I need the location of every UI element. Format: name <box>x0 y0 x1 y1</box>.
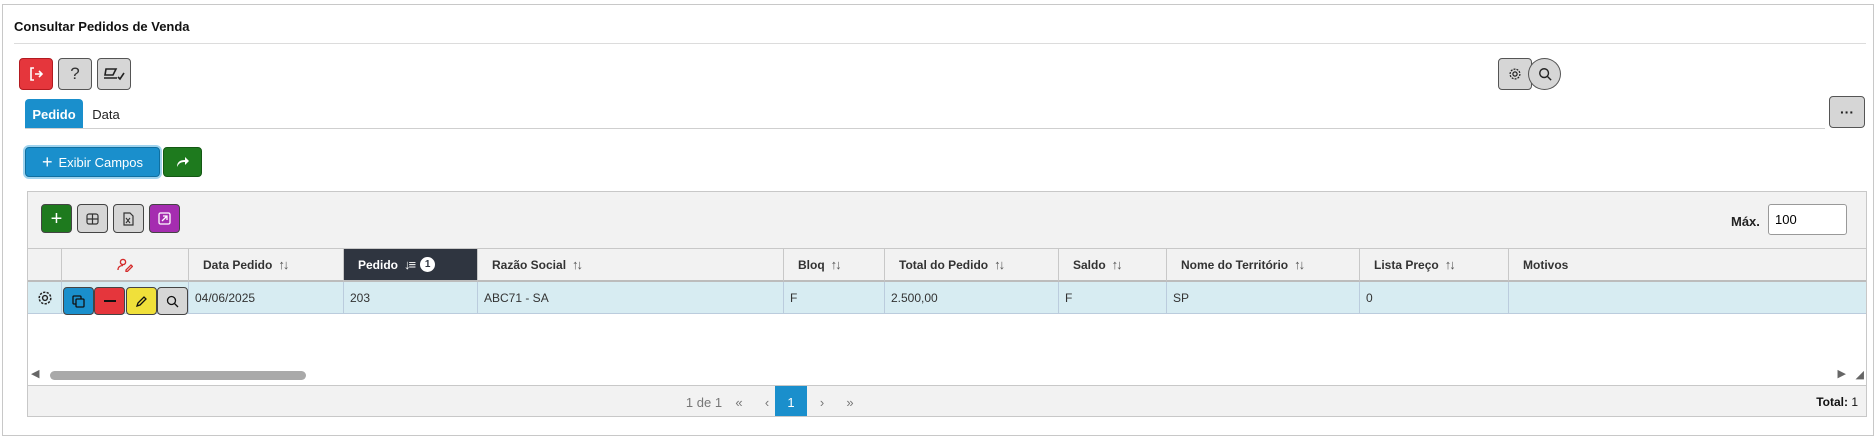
header-label: Bloq <box>798 257 825 272</box>
sort-icon: ↑↓ <box>1444 257 1456 272</box>
max-label: Máx. <box>1731 214 1760 229</box>
search-icon <box>1538 68 1552 81</box>
total-count: Total: 1 <box>1816 395 1858 409</box>
cell-nome-territorio: SP <box>1167 282 1360 314</box>
add-row-button[interactable]: + <box>41 204 72 233</box>
scrollbar-thumb[interactable] <box>50 371 306 380</box>
cell-total-pedido: 2.500,00 <box>885 282 1059 314</box>
exit-button[interactable] <box>19 58 53 90</box>
exit-icon <box>30 67 44 81</box>
plus-icon: + <box>50 207 63 230</box>
next-page-button[interactable]: › <box>808 386 836 416</box>
help-button[interactable]: ? <box>58 58 92 90</box>
page-frame: Consultar Pedidos de Venda ? Pedido Data… <box>2 4 1874 436</box>
orders-grid: + Máx. Data Pedido↑↓ Pedido↓≡1 Razã <box>27 191 1867 417</box>
header-label: Pedido <box>358 257 399 272</box>
scroll-left-icon[interactable]: ◀ <box>31 367 39 380</box>
max-input[interactable] <box>1768 204 1847 235</box>
title-divider <box>14 43 1866 44</box>
search-icon <box>166 295 179 307</box>
header-label: Saldo <box>1073 257 1106 272</box>
header-pedido[interactable]: Pedido ↓≡ 1 <box>344 249 478 282</box>
sort-icon: ↑↓ <box>572 257 583 272</box>
resize-grip-icon[interactable]: ◢ <box>1856 368 1864 381</box>
header-settings-col <box>28 249 62 282</box>
ellipsis-icon: ··· <box>1840 104 1854 120</box>
cell-lista-preco: 0 <box>1360 282 1509 314</box>
exibir-campos-label: Exibir Campos <box>58 154 144 170</box>
header-total-pedido[interactable]: Total do Pedido ↑↓ <box>885 249 1059 282</box>
sort-icon: ↑↓ <box>1294 257 1305 272</box>
erase-button[interactable] <box>97 58 131 90</box>
sort-icon: ↑↓ <box>1111 257 1123 272</box>
page-title: Consultar Pedidos de Venda <box>14 19 190 34</box>
page-info: 1 de 1 <box>685 394 723 410</box>
cell-pedido: 203 <box>344 282 478 314</box>
total-label: Total: <box>1816 395 1848 409</box>
columns-button[interactable] <box>77 204 108 233</box>
first-page-button[interactable]: « <box>725 386 753 416</box>
view-row-button[interactable] <box>157 287 188 315</box>
gear-icon <box>37 290 52 305</box>
header-label: Nome do Território <box>1181 257 1289 272</box>
header-actions-col <box>62 249 189 282</box>
header-label: Total do Pedido <box>899 257 989 272</box>
current-page-button[interactable]: 1 <box>775 386 807 416</box>
copy-icon <box>72 294 85 308</box>
plus-icon: + <box>41 152 53 172</box>
question-icon: ? <box>70 64 80 83</box>
more-options-button[interactable]: ··· <box>1829 96 1865 128</box>
grid-footer: 1 de 1 « ‹ 1 › » Total: 1 <box>28 385 1866 416</box>
search-button[interactable] <box>1528 58 1561 90</box>
header-saldo[interactable]: Saldo ↑↓ <box>1059 249 1167 282</box>
gear-icon <box>1509 68 1521 80</box>
cell-saldo: F <box>1059 282 1167 314</box>
share-arrow-icon <box>176 157 189 167</box>
row-settings-cell[interactable] <box>28 282 62 314</box>
expand-button[interactable] <box>149 204 180 233</box>
minus-icon <box>103 300 116 302</box>
sort-icon: ↑↓ <box>830 257 842 272</box>
delete-row-button[interactable] <box>94 287 125 315</box>
grid-icon <box>86 212 99 225</box>
share-button[interactable] <box>163 147 202 177</box>
copy-row-button[interactable] <box>63 287 94 315</box>
header-razao-social[interactable]: Razão Social ↑↓ <box>478 249 784 282</box>
excel-file-icon <box>123 211 134 226</box>
header-label: Razão Social <box>492 257 567 272</box>
scroll-right-icon[interactable]: ▶ <box>1838 367 1846 380</box>
cell-razao-social: ABC71 - SA <box>478 282 784 314</box>
grid-toolbar: + Máx. <box>28 192 1866 249</box>
user-edit-icon <box>117 258 133 272</box>
header-label: Motivos <box>1523 257 1569 272</box>
horizontal-scrollbar[interactable]: ◀ ▶ ◢ <box>28 366 1866 383</box>
export-excel-button[interactable] <box>113 204 144 233</box>
tabs-divider <box>25 128 1825 129</box>
expand-icon <box>158 212 171 225</box>
exibir-campos-button[interactable]: + Exibir Campos <box>25 147 160 177</box>
last-page-button[interactable]: » <box>836 386 864 416</box>
header-bloq[interactable]: Bloq ↑↓ <box>784 249 885 282</box>
sort-order-badge: 1 <box>420 257 436 272</box>
edit-row-button[interactable] <box>126 287 157 315</box>
header-lista-preco[interactable]: Lista Preço ↑↓ <box>1360 249 1509 282</box>
eraser-icon <box>104 68 125 81</box>
tab-data[interactable]: Data <box>83 99 129 129</box>
sort-icon: ↑↓ <box>278 257 289 272</box>
cell-motivos <box>1509 282 1866 314</box>
header-motivos[interactable]: Motivos <box>1509 249 1866 282</box>
cell-bloq: F <box>784 282 885 314</box>
total-value: 1 <box>1851 395 1858 409</box>
header-label: Data Pedido <box>203 257 273 272</box>
tab-pedido[interactable]: Pedido <box>25 99 83 129</box>
sort-icon: ↑↓ <box>994 257 1005 272</box>
cell-data-pedido: 04/06/2025 <box>189 282 344 314</box>
header-data-pedido[interactable]: Data Pedido ↑↓ <box>189 249 344 282</box>
settings-button[interactable] <box>1498 58 1532 90</box>
header-label: Lista Preço <box>1374 257 1439 272</box>
header-nome-territorio[interactable]: Nome do Território ↑↓ <box>1167 249 1360 282</box>
pencil-icon <box>135 295 147 307</box>
sort-desc-icon: ↓≡ <box>404 257 416 272</box>
